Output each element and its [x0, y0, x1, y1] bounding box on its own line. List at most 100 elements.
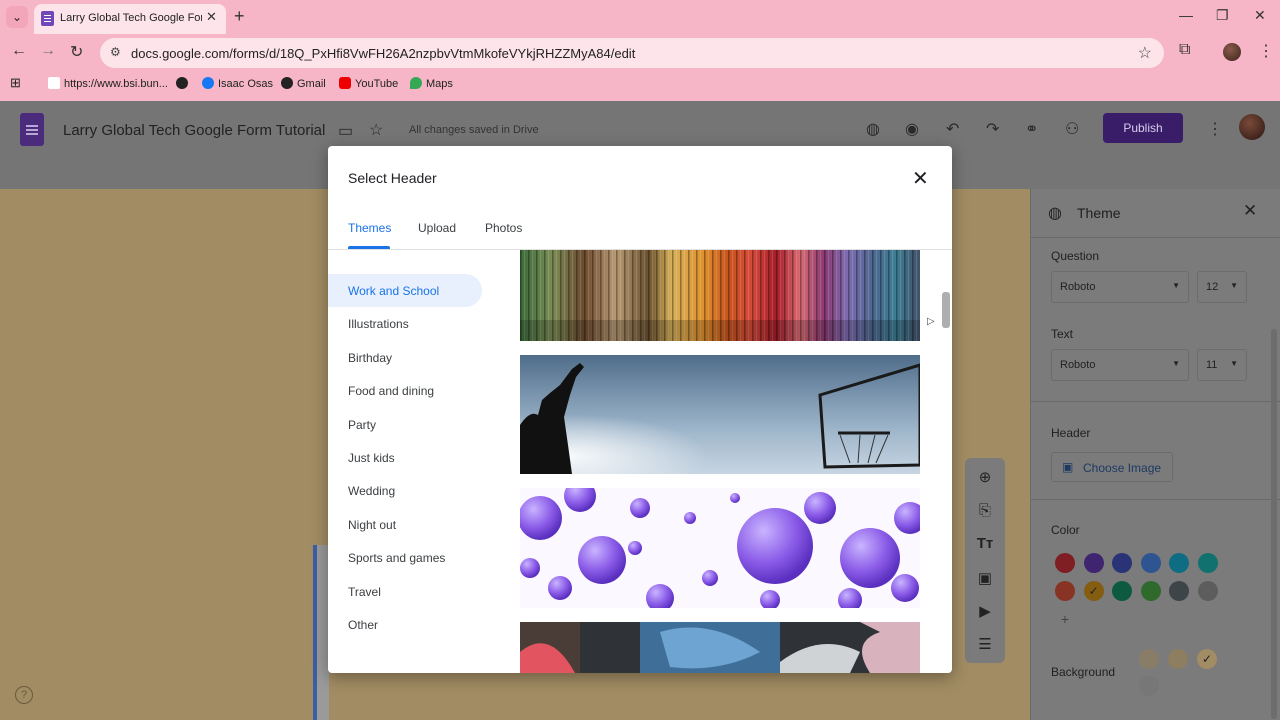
dialog-scrollbar[interactable] [942, 292, 950, 328]
back-icon[interactable]: ← [11, 42, 27, 60]
color-swatch[interactable] [1198, 553, 1218, 573]
tab-close-icon[interactable]: ✕ [206, 9, 217, 25]
category-item[interactable]: Travel [328, 575, 482, 608]
add-section-icon[interactable]: ☰ [965, 635, 1005, 653]
tab-themes[interactable]: Themes [348, 221, 391, 235]
undo-icon[interactable]: ↶ [946, 119, 959, 139]
panel-scrollbar[interactable] [1271, 329, 1277, 719]
header-image-yarn[interactable] [520, 250, 920, 341]
text-size-select[interactable]: 11 ▼ [1197, 349, 1247, 381]
color-label: Color [1051, 523, 1080, 537]
category-item[interactable]: Sports and games [328, 541, 482, 574]
category-item[interactable]: Work and School [328, 274, 482, 307]
category-item[interactable]: Just kids [328, 441, 482, 474]
bookmark-item[interactable]: Gmail [281, 77, 326, 90]
new-tab-button[interactable]: + [234, 6, 245, 27]
category-item[interactable]: Party [328, 408, 482, 441]
window-close-icon[interactable]: ✕ [1254, 7, 1266, 24]
color-swatch[interactable] [1169, 553, 1190, 573]
apps-grid-icon[interactable]: ⊞ [10, 75, 21, 91]
more-options-icon[interactable]: ⋮ [1207, 119, 1223, 139]
palette-icon[interactable]: ◍ [866, 119, 880, 139]
background-swatch[interactable] [1139, 676, 1159, 696]
redo-icon[interactable]: ↷ [986, 119, 999, 139]
import-questions-icon[interactable]: ⎘ [965, 502, 1005, 519]
question-card[interactable] [313, 545, 329, 720]
site-info-icon[interactable]: ⚙ [110, 45, 121, 59]
add-question-icon[interactable]: ⊕ [965, 468, 1005, 486]
color-swatch[interactable] [1140, 553, 1161, 573]
bookmark-globe[interactable] [176, 77, 192, 90]
extensions-icon[interactable]: ⧉ [1179, 41, 1190, 59]
account-avatar[interactable] [1239, 114, 1265, 140]
category-label: Just kids [348, 451, 395, 465]
url-text[interactable]: docs.google.com/forms/d/18Q_PxHfi8VwFH26… [131, 46, 635, 61]
header-image-paint[interactable] [520, 622, 920, 673]
browser-tab[interactable]: Larry Global Tech Google Form ✕ [34, 4, 226, 34]
browser-menu-icon[interactable]: ⋮ [1258, 41, 1274, 61]
category-label: Illustrations [348, 317, 409, 332]
category-item[interactable]: Other [328, 608, 482, 641]
bookmark-item[interactable]: YouTube [339, 77, 398, 90]
dropdown-arrow-icon: ▼ [1230, 281, 1238, 290]
forward-icon[interactable]: → [40, 42, 56, 60]
tab-upload[interactable]: Upload [418, 221, 456, 235]
preview-eye-icon[interactable]: ◉ [905, 119, 919, 139]
question-font-label: Question [1051, 249, 1100, 263]
question-font-select[interactable]: Roboto ▼ [1051, 271, 1189, 303]
address-bar[interactable]: ⚙ docs.google.com/forms/d/18Q_PxHfi8VwFH… [100, 38, 1164, 68]
category-item[interactable]: Illustrations [328, 307, 482, 340]
bookmark-item[interactable]: Isaac Osas [202, 77, 273, 90]
add-title-icon[interactable]: Tт [965, 535, 1005, 552]
choose-image-button[interactable]: ▣ Choose Image [1051, 452, 1173, 482]
category-item[interactable]: Wedding [328, 474, 482, 507]
category-label: Night out [348, 517, 397, 532]
minimize-icon[interactable]: — [1179, 7, 1193, 23]
add-collaborator-icon[interactable]: ⚇ [1065, 119, 1079, 139]
yarn-image-icon [520, 250, 920, 341]
category-item[interactable]: Birthday [328, 341, 482, 374]
profile-avatar[interactable] [1223, 43, 1241, 61]
text-font-select[interactable]: Roboto ▼ [1051, 349, 1189, 381]
background-swatch[interactable] [1168, 649, 1188, 669]
color-swatch[interactable] [1055, 581, 1075, 601]
question-size-select[interactable]: 12 ▼ [1197, 271, 1247, 303]
color-swatch[interactable] [1198, 581, 1218, 601]
bookmark-item[interactable]: Maps [410, 77, 453, 90]
bubbles-image-icon [520, 488, 920, 608]
reload-icon[interactable]: ↻ [70, 42, 83, 62]
maps-pin-icon [410, 77, 422, 89]
header-image-basketball[interactable] [520, 355, 920, 474]
forms-favicon-icon [41, 11, 54, 26]
color-swatch[interactable] [1083, 553, 1104, 573]
color-swatch[interactable] [1112, 553, 1133, 573]
forms-logo-icon[interactable] [20, 113, 44, 146]
tab-search-button[interactable]: ⌄ [6, 6, 28, 28]
color-swatch[interactable] [1112, 581, 1133, 601]
bookmark-item[interactable]: https://www.bsi.bun... [48, 77, 168, 90]
category-item[interactable]: Food and dining [328, 374, 482, 407]
add-image-icon[interactable]: ▣ [965, 569, 1005, 587]
background-swatch[interactable] [1139, 649, 1159, 669]
category-item[interactable]: Night out [328, 508, 482, 541]
form-title[interactable]: Larry Global Tech Google Form Tutorial [63, 122, 325, 139]
bookmark-star-icon[interactable]: ☆ [1138, 43, 1152, 63]
help-icon[interactable]: ? [15, 686, 33, 704]
theme-close-icon[interactable]: ✕ [1243, 201, 1257, 221]
publish-button[interactable]: Publish [1103, 113, 1183, 143]
add-custom-color-icon[interactable]: + [1055, 609, 1075, 629]
dialog-close-icon[interactable]: ✕ [912, 166, 929, 191]
color-swatch[interactable] [1055, 553, 1075, 573]
restore-icon[interactable]: ❐ [1216, 7, 1229, 24]
globe-icon [281, 77, 293, 89]
link-icon[interactable]: ⚭ [1025, 119, 1038, 139]
add-video-icon[interactable]: ▶ [965, 602, 1005, 620]
color-swatch[interactable] [1169, 581, 1190, 601]
tab-photos[interactable]: Photos [485, 221, 522, 235]
folder-icon[interactable]: ▭ [338, 121, 353, 141]
dropdown-arrow-icon: ▼ [1172, 359, 1180, 368]
color-swatch[interactable] [1140, 581, 1161, 601]
address-row: ← → ↻ ⚙ docs.google.com/forms/d/18Q_PxHf… [0, 36, 1280, 70]
header-image-bubbles[interactable] [520, 488, 920, 608]
star-icon[interactable]: ☆ [369, 120, 383, 140]
